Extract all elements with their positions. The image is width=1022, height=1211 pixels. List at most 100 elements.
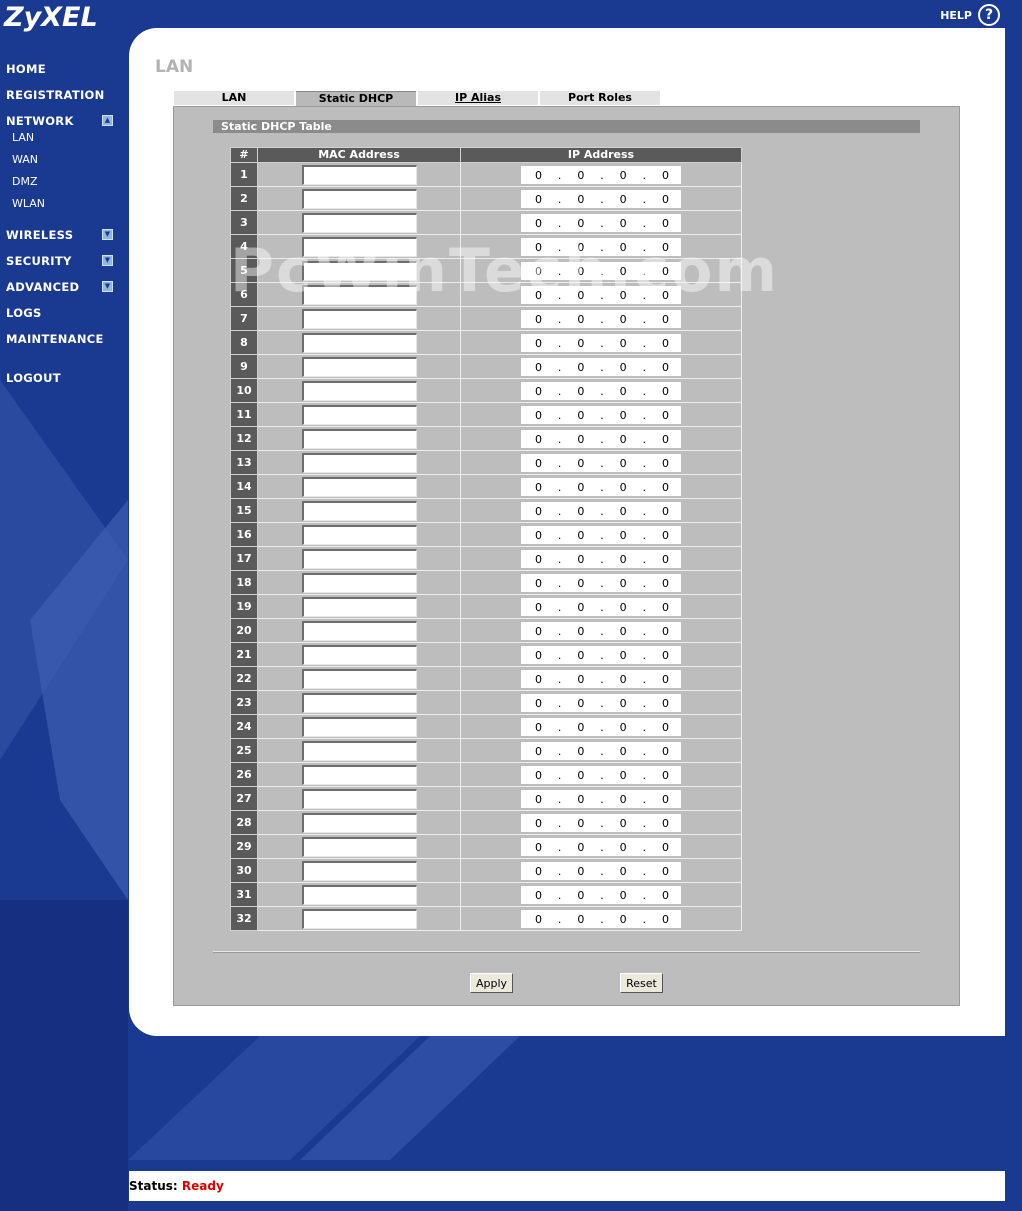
ip-octet-field[interactable]: 0: [535, 217, 542, 230]
tab-ip-alias[interactable]: IP Alias: [418, 91, 538, 105]
ip-octet-field[interactable]: 0: [662, 865, 669, 878]
mac-address-input[interactable]: [301, 764, 417, 785]
mac-address-input[interactable]: [301, 380, 417, 401]
ip-octet-field[interactable]: 0: [662, 385, 669, 398]
ip-octet-field[interactable]: 0: [662, 361, 669, 374]
ip-octet-field[interactable]: 0: [662, 673, 669, 686]
ip-octet-field[interactable]: 0: [662, 769, 669, 782]
apply-button[interactable]: Apply: [470, 973, 513, 993]
ip-address-input[interactable]: 0. 0. 0. 0: [521, 646, 681, 665]
ip-octet-field[interactable]: 0: [620, 793, 627, 806]
ip-octet-field[interactable]: 0: [577, 217, 584, 230]
nav-network[interactable]: NETWORK: [6, 114, 74, 128]
mac-address-input[interactable]: [301, 908, 417, 929]
ip-octet-field[interactable]: 0: [535, 817, 542, 830]
mac-address-input[interactable]: [301, 164, 417, 185]
ip-octet-field[interactable]: 0: [535, 769, 542, 782]
ip-octet-field[interactable]: 0: [620, 913, 627, 926]
ip-octet-field[interactable]: 0: [577, 529, 584, 542]
ip-octet-field[interactable]: 0: [535, 409, 542, 422]
mac-address-input[interactable]: [301, 476, 417, 497]
collapse-network-icon[interactable]: ▲: [102, 115, 113, 126]
ip-octet-field[interactable]: 0: [620, 625, 627, 638]
ip-address-input[interactable]: 0. 0. 0. 0: [521, 334, 681, 353]
mac-address-input[interactable]: [301, 740, 417, 761]
mac-address-input[interactable]: [301, 668, 417, 689]
mac-address-input[interactable]: [301, 452, 417, 473]
mac-address-input[interactable]: [301, 716, 417, 737]
ip-octet-field[interactable]: 0: [577, 385, 584, 398]
ip-octet-field[interactable]: 0: [577, 745, 584, 758]
ip-address-input[interactable]: 0. 0. 0. 0: [521, 478, 681, 497]
ip-octet-field[interactable]: 0: [620, 337, 627, 350]
expand-advanced-icon[interactable]: ▼: [102, 281, 113, 292]
nav-lan[interactable]: LAN: [12, 131, 34, 144]
ip-octet-field[interactable]: 0: [577, 169, 584, 182]
ip-octet-field[interactable]: 0: [662, 745, 669, 758]
ip-octet-field[interactable]: 0: [535, 913, 542, 926]
ip-octet-field[interactable]: 0: [620, 697, 627, 710]
tab-lan[interactable]: LAN: [174, 91, 294, 105]
ip-octet-field[interactable]: 0: [535, 721, 542, 734]
ip-octet-field[interactable]: 0: [620, 193, 627, 206]
mac-address-input[interactable]: [301, 428, 417, 449]
ip-octet-field[interactable]: 0: [577, 673, 584, 686]
ip-octet-field[interactable]: 0: [620, 601, 627, 614]
ip-octet-field[interactable]: 0: [577, 337, 584, 350]
ip-octet-field[interactable]: 0: [620, 553, 627, 566]
ip-octet-field[interactable]: 0: [577, 889, 584, 902]
ip-octet-field[interactable]: 0: [535, 361, 542, 374]
ip-octet-field[interactable]: 0: [577, 625, 584, 638]
ip-address-input[interactable]: 0. 0. 0. 0: [521, 766, 681, 785]
ip-octet-field[interactable]: 0: [577, 913, 584, 926]
nav-wlan[interactable]: WLAN: [12, 197, 45, 210]
ip-octet-field[interactable]: 0: [535, 385, 542, 398]
ip-address-input[interactable]: 0. 0. 0. 0: [521, 670, 681, 689]
mac-address-input[interactable]: [301, 644, 417, 665]
ip-address-input[interactable]: 0. 0. 0. 0: [521, 502, 681, 521]
mac-address-input[interactable]: [301, 356, 417, 377]
ip-octet-field[interactable]: 0: [662, 601, 669, 614]
ip-octet-field[interactable]: 0: [577, 481, 584, 494]
ip-octet-field[interactable]: 0: [535, 745, 542, 758]
ip-octet-field[interactable]: 0: [535, 193, 542, 206]
ip-octet-field[interactable]: 0: [577, 433, 584, 446]
mac-address-input[interactable]: [301, 308, 417, 329]
ip-octet-field[interactable]: 0: [577, 577, 584, 590]
ip-octet-field[interactable]: 0: [662, 889, 669, 902]
help-link[interactable]: HELP ?: [940, 4, 1000, 26]
ip-octet-field[interactable]: 0: [535, 433, 542, 446]
ip-address-input[interactable]: 0. 0. 0. 0: [521, 406, 681, 425]
ip-octet-field[interactable]: 0: [535, 169, 542, 182]
mac-address-input[interactable]: [301, 860, 417, 881]
ip-octet-field[interactable]: 0: [535, 505, 542, 518]
ip-octet-field[interactable]: 0: [662, 721, 669, 734]
mac-address-input[interactable]: [301, 692, 417, 713]
ip-octet-field[interactable]: 0: [662, 697, 669, 710]
ip-octet-field[interactable]: 0: [577, 721, 584, 734]
ip-octet-field[interactable]: 0: [662, 529, 669, 542]
nav-logout[interactable]: LOGOUT: [6, 371, 61, 385]
nav-security[interactable]: SECURITY: [6, 254, 72, 268]
ip-octet-field[interactable]: 0: [535, 697, 542, 710]
nav-registration[interactable]: REGISTRATION: [6, 88, 105, 102]
ip-octet-field[interactable]: 0: [620, 769, 627, 782]
ip-octet-field[interactable]: 0: [577, 649, 584, 662]
ip-address-input[interactable]: 0. 0. 0. 0: [521, 886, 681, 905]
ip-octet-field[interactable]: 0: [662, 337, 669, 350]
reset-button[interactable]: Reset: [620, 973, 663, 993]
nav-logs[interactable]: LOGS: [6, 306, 42, 320]
ip-octet-field[interactable]: 0: [535, 577, 542, 590]
ip-octet-field[interactable]: 0: [577, 865, 584, 878]
expand-security-icon[interactable]: ▼: [102, 255, 113, 266]
ip-address-input[interactable]: 0. 0. 0. 0: [521, 622, 681, 641]
mac-address-input[interactable]: [301, 620, 417, 641]
tab-static-dhcp[interactable]: Static DHCP: [296, 91, 416, 106]
ip-octet-field[interactable]: 0: [577, 841, 584, 854]
ip-address-input[interactable]: 0. 0. 0. 0: [521, 742, 681, 761]
mac-address-input[interactable]: [301, 500, 417, 521]
mac-address-input[interactable]: [301, 788, 417, 809]
ip-address-input[interactable]: 0. 0. 0. 0: [521, 190, 681, 209]
nav-dmz[interactable]: DMZ: [12, 175, 38, 188]
ip-octet-field[interactable]: 0: [620, 649, 627, 662]
